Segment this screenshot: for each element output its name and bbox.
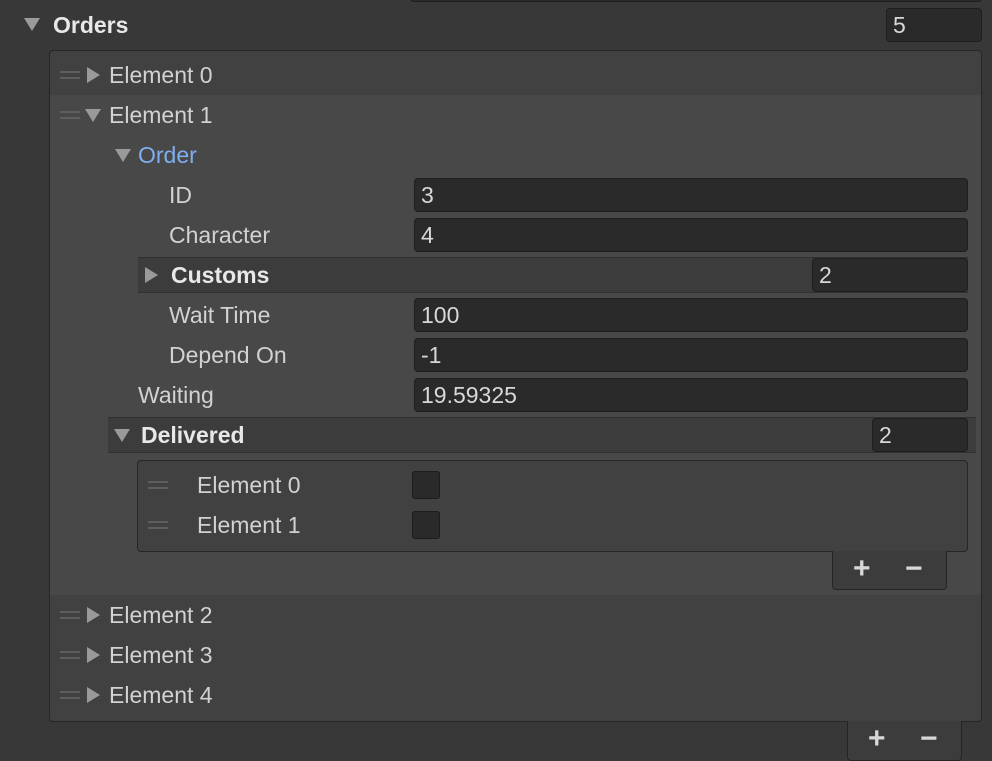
orders-element-3[interactable]: Element 3	[109, 640, 213, 670]
id-label: ID	[169, 182, 192, 208]
drag-handle-icon[interactable]	[148, 481, 168, 489]
expand-arrow-icon[interactable]	[87, 647, 100, 663]
delivered-element-0-label: Element 0	[197, 472, 301, 498]
id-field[interactable]: 3	[414, 178, 968, 212]
expand-arrow-icon[interactable]	[87, 67, 100, 83]
orders-size-field[interactable]: 5	[886, 8, 982, 42]
delivered-element-1-label: Element 1	[197, 512, 301, 538]
delivered-element-1-checkbox[interactable]	[412, 511, 440, 539]
orders-element-2[interactable]: Element 2	[109, 600, 213, 630]
waiting-label: Waiting	[138, 382, 214, 408]
orders-remove-button[interactable]: −	[920, 724, 938, 754]
delivered-add-remove-footer	[832, 551, 947, 590]
orders-element-0[interactable]: Element 0	[109, 60, 213, 90]
previous-field-edge	[410, 0, 982, 2]
delivered-element-0-checkbox[interactable]	[412, 471, 440, 499]
order-label[interactable]: Order	[138, 140, 197, 170]
delivered-label[interactable]: Delivered	[141, 420, 245, 450]
waiting-field[interactable]: 19.59325	[414, 378, 968, 412]
character-field[interactable]: 4	[414, 218, 968, 252]
wait-time-field[interactable]: 100	[414, 298, 968, 332]
orders-add-remove-footer	[847, 721, 962, 761]
depend-on-label: Depend On	[169, 342, 287, 368]
orders-element-1[interactable]: Element 1	[109, 100, 213, 130]
expand-arrow-icon[interactable]	[87, 607, 100, 623]
delivered-add-button[interactable]: +	[853, 554, 871, 584]
orders-add-button[interactable]: +	[868, 724, 886, 754]
customs-expand-arrow-icon[interactable]	[145, 267, 158, 283]
drag-handle-icon[interactable]	[60, 111, 80, 119]
expand-arrow-icon[interactable]	[87, 687, 100, 703]
delivered-size-field[interactable]: 2	[872, 418, 968, 452]
wait-time-label: Wait Time	[169, 302, 271, 328]
drag-handle-icon[interactable]	[60, 71, 80, 79]
delivered-collapse-arrow-icon[interactable]	[114, 429, 130, 442]
character-label: Character	[169, 222, 270, 248]
drag-handle-icon[interactable]	[60, 611, 80, 619]
customs-label[interactable]: Customs	[171, 260, 269, 290]
order-foldout-arrow-icon[interactable]	[115, 149, 131, 162]
delivered-remove-button[interactable]: −	[905, 554, 923, 584]
depend-on-field[interactable]: -1	[414, 338, 968, 372]
drag-handle-icon[interactable]	[148, 521, 168, 529]
collapse-arrow-icon[interactable]	[85, 109, 101, 122]
drag-handle-icon[interactable]	[60, 651, 80, 659]
customs-size-field[interactable]: 2	[812, 258, 968, 292]
orders-label[interactable]: Orders	[53, 10, 128, 40]
orders-element-4[interactable]: Element 4	[109, 680, 213, 710]
orders-foldout-arrow-icon[interactable]	[24, 18, 40, 31]
drag-handle-icon[interactable]	[60, 691, 80, 699]
